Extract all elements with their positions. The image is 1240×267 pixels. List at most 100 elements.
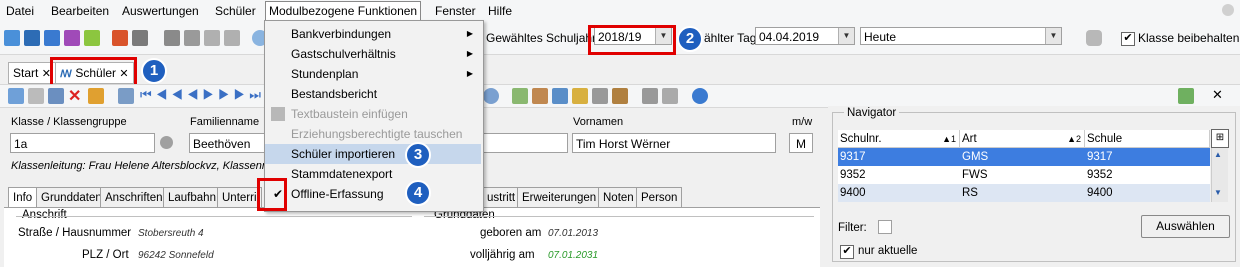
transfer-icon[interactable] [184, 30, 200, 46]
info-icon[interactable] [160, 136, 173, 149]
tab-grunddaten[interactable]: Grunddaten [36, 187, 107, 209]
save-icon[interactable] [28, 88, 44, 104]
navigation-icons[interactable]: ⏮◀◀◀▶▶▶⏭ [140, 87, 265, 103]
row-3-schulnr: 9400 [840, 187, 866, 199]
mw-field[interactable]: M [789, 133, 813, 153]
export-icon[interactable] [512, 88, 528, 104]
students-icon[interactable] [4, 30, 20, 46]
refresh-icon[interactable] [1178, 88, 1194, 104]
list-icon[interactable] [118, 88, 134, 104]
card-icon[interactable] [24, 30, 40, 46]
nur-aktuelle-label: nur aktuelle [858, 245, 918, 257]
chevron-right-icon: ▶ [466, 49, 473, 58]
column-art[interactable]: Art ▲2 [960, 130, 1085, 148]
calculator-icon[interactable] [132, 30, 148, 46]
scrollbar[interactable]: ▲ ▼ [1211, 148, 1228, 202]
group-icon[interactable] [552, 88, 568, 104]
column-schulnr[interactable]: Schulnr. ▲1 [838, 130, 960, 148]
menu-item-stundenplan[interactable]: Stundenplan ▶ [265, 64, 481, 84]
tab-laufbahn[interactable]: Laufbahn [163, 187, 221, 209]
lock-icon[interactable] [1086, 30, 1102, 46]
menu-bearbeiten[interactable]: Bearbeiten [48, 3, 112, 19]
delete-icon[interactable]: ✕ [68, 86, 81, 106]
tab-unterricht[interactable]: Unterri [217, 187, 262, 209]
filter-label: Filter: [838, 222, 867, 234]
menu-item-bestandsbericht[interactable]: Bestandsbericht [265, 84, 481, 104]
geboren-label: geboren am [480, 227, 542, 239]
menu-item-label: Erziehungsberechtigte tauschen [291, 127, 463, 141]
tab-noten[interactable]: Noten [598, 187, 639, 209]
clock-icon[interactable] [483, 88, 499, 104]
tab-anschriften[interactable]: Anschriften [100, 187, 168, 209]
column-schulnr-label: Schulnr. [840, 133, 882, 145]
column-schule[interactable]: Schule [1085, 130, 1210, 148]
filter-checkbox[interactable] [878, 220, 892, 234]
person-icon[interactable] [532, 88, 548, 104]
book-icon[interactable] [612, 88, 628, 104]
folder-icon[interactable] [572, 88, 588, 104]
menu-item-textbaustein[interactable]: Textbaustein einfügen [265, 104, 481, 124]
menu-auswertungen[interactable]: Auswertungen [119, 3, 202, 19]
lightning-two-icon[interactable] [224, 30, 240, 46]
rufname-field[interactable] [482, 133, 568, 153]
nur-aktuelle-checkbox[interactable]: ✔ [840, 245, 854, 259]
anschrift-title: Anschrift [22, 209, 67, 221]
menu-item-label: Bestandsbericht [291, 87, 378, 101]
row-3-schule: 9400 [1087, 187, 1113, 199]
copy-icon[interactable] [164, 30, 180, 46]
familienname-field[interactable]: Beethöven [189, 133, 265, 153]
heute-select[interactable]: Heute ▼ [860, 27, 1062, 45]
chevron-down-icon[interactable]: ▼ [1045, 28, 1061, 44]
row-3-art: RS [962, 187, 978, 199]
menu-item-gastschulverhaeltnis[interactable]: Gastschulverhältnis ▶ [265, 44, 481, 64]
tab-austritt[interactable]: ustritt [482, 187, 521, 209]
board-icon[interactable] [84, 30, 100, 46]
menu-item-label: Gastschulverhältnis [291, 47, 396, 61]
menu-modulbezogene-funktionen[interactable]: Modulbezogene Funktionen [265, 1, 422, 21]
help-icon[interactable] [692, 88, 708, 104]
column-chooser-icon[interactable]: ⊞ [1211, 129, 1229, 148]
strasse-value: Stobersreuth 4 [138, 228, 204, 239]
print-icon[interactable] [592, 88, 608, 104]
chat-icon[interactable] [64, 30, 80, 46]
close-icon[interactable]: ✕ [1212, 87, 1223, 103]
strasse-label: Straße / Hausnummer [18, 227, 132, 239]
chevron-down-icon[interactable]: ▼ [838, 28, 854, 44]
menu-item-bankverbindungen[interactable]: Bankverbindungen ▶ [265, 24, 481, 44]
tab-info[interactable]: Info [8, 187, 38, 209]
menu-item-offline-erfassung[interactable]: ✔ Offline-Erfassung [265, 184, 481, 204]
menu-item-schueler-importieren[interactable]: Schüler importieren [265, 144, 481, 164]
window-control-icon[interactable] [1222, 4, 1234, 16]
volljaehrig-value: 07.01.2031 [548, 250, 599, 261]
row-1-schule: 9317 [1087, 151, 1113, 163]
divider [16, 216, 412, 217]
tab-person[interactable]: Person [636, 187, 683, 209]
row-1-schulnr: 9317 [840, 151, 866, 163]
menu-fenster[interactable]: Fenster [432, 3, 479, 19]
lightning-icon[interactable] [204, 30, 220, 46]
menu-item-erziehungsberechtigte[interactable]: Erziehungsberechtigte tauschen [265, 124, 481, 144]
menu-datei[interactable]: Datei [3, 3, 37, 19]
scroll-down-icon[interactable]: ▼ [1214, 188, 1222, 197]
edit-icon[interactable] [88, 88, 104, 104]
group-icon[interactable] [44, 30, 60, 46]
klasse-field[interactable]: 1a [10, 133, 155, 153]
schoolyear-label: Gewähltes Schuljahr [486, 31, 597, 45]
tab-start[interactable]: Start ✕ [8, 62, 56, 84]
klasse-beibehalten-checkbox[interactable]: ✔ [1121, 32, 1135, 46]
move-two-icon[interactable] [662, 88, 678, 104]
menu-item-stammdatenexport[interactable]: Stammdatenexport [265, 164, 481, 184]
menu-hilfe[interactable]: Hilfe [485, 3, 515, 19]
menu-schueler[interactable]: Schüler [212, 3, 259, 19]
vornamen-field[interactable]: Tim Horst Wërner [572, 133, 776, 153]
tab-erweiterungen[interactable]: Erweiterungen [517, 187, 602, 209]
undo-icon[interactable] [48, 88, 64, 104]
day-select[interactable]: 04.04.2019 ▼ [755, 27, 855, 45]
new-icon[interactable] [8, 88, 24, 104]
scroll-up-icon[interactable]: ▲ [1214, 150, 1222, 159]
menu-item-label: Bankverbindungen [291, 27, 392, 41]
move-icon[interactable] [642, 88, 658, 104]
book-icon[interactable] [112, 30, 128, 46]
geboren-value: 07.01.2013 [548, 228, 599, 239]
auswaehlen-button[interactable]: Auswählen [1141, 215, 1230, 238]
